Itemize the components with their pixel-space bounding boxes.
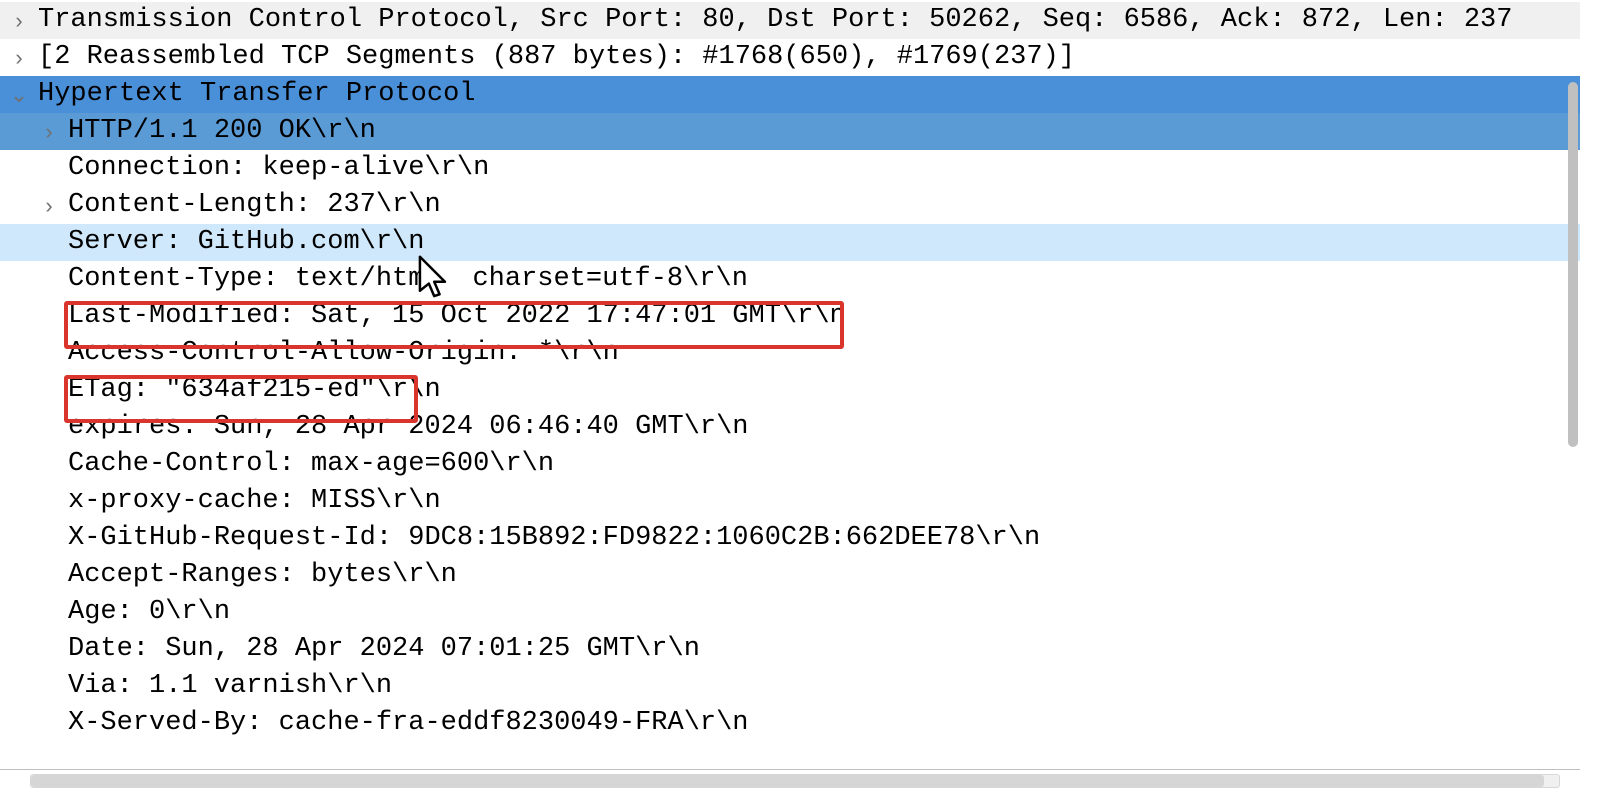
http-protocol-row[interactable]: ⌄ Hypertext Transfer Protocol [0,76,1580,113]
expand-caret-icon[interactable]: › [0,2,38,39]
http-header-expires[interactable]: expires: Sun, 28 Apr 2024 06:46:40 GMT\r… [0,409,1580,446]
header-text: Date: Sun, 28 Apr 2024 07:01:25 GMT\r\n [68,631,700,668]
header-text: Connection: keep-alive\r\n [68,150,489,187]
expand-caret-icon[interactable]: › [0,39,38,76]
tcp-summary-row[interactable]: › Transmission Control Protocol, Src Por… [0,2,1580,39]
reassembled-text: [2 Reassembled TCP Segments (887 bytes):… [38,39,1075,76]
header-text-part-b: charset=utf-8\r\n [472,261,747,298]
http-label: Hypertext Transfer Protocol [38,76,475,113]
http-header-last-modified[interactable]: Last-Modified: Sat, 15 Oct 2022 17:47:01… [0,298,1580,335]
http-header-x-served-by[interactable]: X-Served-By: cache-fra-eddf8230049-FRA\r… [0,705,1580,742]
http-header-etag[interactable]: ETag: "634af215-ed"\r\n [0,372,1580,409]
protocol-tree[interactable]: › Transmission Control Protocol, Src Por… [0,0,1580,742]
http-header-date[interactable]: Date: Sun, 28 Apr 2024 07:01:25 GMT\r\n [0,631,1580,668]
tcp-summary-text: Transmission Control Protocol, Src Port:… [38,2,1512,39]
expand-caret-icon[interactable]: › [30,113,68,150]
http-header-acao[interactable]: Access-Control-Allow-Origin: *\r\n [0,335,1580,372]
http-header-x-github-request-id[interactable]: X-GitHub-Request-Id: 9DC8:15B892:FD9822:… [0,520,1580,557]
http-status-text: HTTP/1.1 200 OK\r\n [68,113,376,150]
header-text: Last-Modified: Sat, 15 Oct 2022 17:47:01… [68,298,846,335]
http-header-x-proxy-cache[interactable]: x-proxy-cache: MISS\r\n [0,483,1580,520]
header-text: X-Served-By: cache-fra-eddf8230049-FRA\r… [68,705,749,742]
http-status-row[interactable]: › HTTP/1.1 200 OK\r\n [0,113,1580,150]
http-header-cache-control[interactable]: Cache-Control: max-age=600\r\n [0,446,1580,483]
header-text-part-a: Content-Type: text/htm [68,261,424,298]
header-text: expires: Sun, 28 Apr 2024 06:46:40 GMT\r… [68,409,749,446]
horizontal-scrollbar-thumb[interactable] [31,775,1544,787]
panel-divider [0,769,1580,770]
http-header-age[interactable]: Age: 0\r\n [0,594,1580,631]
header-text: x-proxy-cache: MISS\r\n [68,483,441,520]
http-header-server[interactable]: Server: GitHub.com\r\n [0,224,1580,261]
vertical-scrollbar[interactable] [1568,82,1578,447]
collapse-caret-icon[interactable]: ⌄ [0,76,38,113]
header-text: Access-Control-Allow-Origin: *\r\n [68,335,619,372]
header-text: Content-Length: 237\r\n [68,187,441,224]
header-text: Via: 1.1 varnish\r\n [68,668,392,705]
header-text: Age: 0\r\n [68,594,230,631]
http-header-via[interactable]: Via: 1.1 varnish\r\n [0,668,1580,705]
header-text: X-GitHub-Request-Id: 9DC8:15B892:FD9822:… [68,520,1040,557]
packet-details-panel: › Transmission Control Protocol, Src Por… [0,0,1580,790]
expand-caret-icon[interactable]: › [30,187,68,224]
http-header-content-type[interactable]: Content-Type: text/htm charset=utf-8\r\n [0,261,1580,298]
header-text: ETag: "634af215-ed"\r\n [68,372,441,409]
http-header-accept-ranges[interactable]: Accept-Ranges: bytes\r\n [0,557,1580,594]
header-text: Accept-Ranges: bytes\r\n [68,557,457,594]
header-text: Cache-Control: max-age=600\r\n [68,446,554,483]
http-header-content-length[interactable]: › Content-Length: 237\r\n [0,187,1580,224]
horizontal-scrollbar-track[interactable] [30,774,1560,788]
http-header-connection[interactable]: Connection: keep-alive\r\n [0,150,1580,187]
reassembled-segments-row[interactable]: › [2 Reassembled TCP Segments (887 bytes… [0,39,1580,76]
header-text: Server: GitHub.com\r\n [68,224,424,261]
